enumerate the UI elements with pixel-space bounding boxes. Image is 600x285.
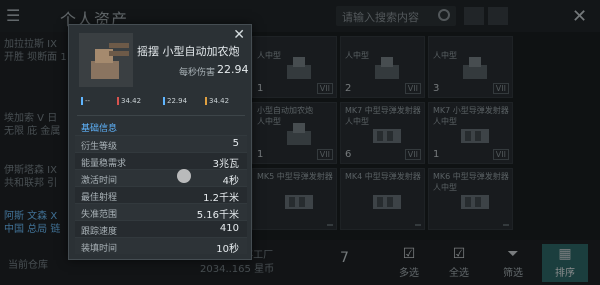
table-row: 能量稳需求 3兆瓦 xyxy=(75,152,247,170)
damage-stats: -- 34.42 22.94 34.42 xyxy=(81,97,247,109)
table-row: 装填时间 10秒 xyxy=(75,237,247,255)
table-row: 激活时间 4秒 xyxy=(75,169,247,187)
stat-item: 22.94 xyxy=(163,97,187,105)
autocannon-icon xyxy=(79,33,133,87)
table-row: 失准范围 5.16千米 xyxy=(75,203,247,221)
close-icon[interactable]: ✕ xyxy=(233,27,245,43)
item-detail-popup: ✕ 摇摆 小型自动加农炮 每秒伤害 22.94 -- 34.42 22.94 3… xyxy=(68,24,252,260)
stat-item: 34.42 xyxy=(117,97,141,105)
touch-cursor xyxy=(177,169,191,183)
divider xyxy=(77,115,245,116)
table-row: 跟踪速度 410 xyxy=(75,220,247,237)
stat-item: 34.42 xyxy=(205,97,229,105)
table-row: 最佳射程 1.2千米 xyxy=(75,186,247,204)
section-title: 基础信息 xyxy=(81,124,118,134)
stat-item: -- xyxy=(81,97,90,105)
item-title: 摇摆 小型自动加农炮 xyxy=(137,45,240,58)
attribute-table: 衍生等级 5 能量稳需求 3兆瓦 激活时间 4秒 最佳射程 1.2千米 失准范围 5.16… xyxy=(75,135,247,255)
table-row: 衍生等级 5 xyxy=(75,135,247,152)
dps-value: 22.94 xyxy=(217,63,249,76)
dps-label: 每秒伤害 xyxy=(179,68,216,78)
